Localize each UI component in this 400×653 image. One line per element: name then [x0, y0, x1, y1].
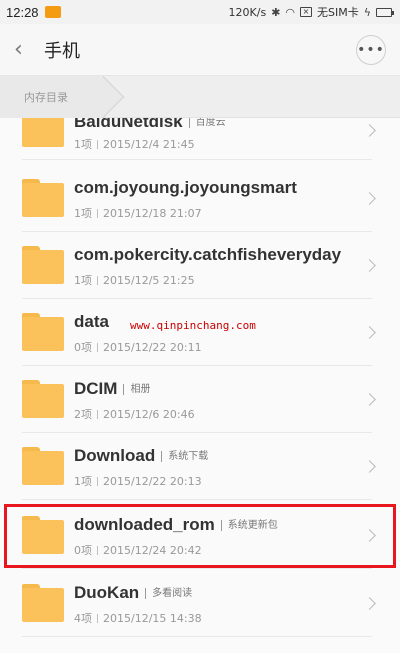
- folder-icon: [22, 246, 64, 284]
- file-date: 2015/12/22 20:11: [103, 340, 202, 354]
- list-item[interactable]: data 0项 2015/12/22 20:11: [0, 299, 400, 366]
- file-count: 0项: [74, 341, 92, 354]
- folder-icon: [22, 313, 64, 351]
- app-header: ‹ 手机 •••: [0, 24, 400, 76]
- file-name: DCIM: [74, 379, 118, 398]
- breadcrumb-label: 内存目录: [24, 91, 68, 104]
- charging-icon: ϟ: [363, 5, 371, 19]
- file-date: 2015/12/4 21:45: [103, 137, 195, 151]
- no-sim-icon: ×: [300, 7, 313, 17]
- chevron-right-icon: [363, 259, 376, 272]
- file-alias: 相册: [123, 383, 150, 395]
- wifi-icon: ◠: [285, 5, 296, 19]
- back-arrow-icon[interactable]: ‹: [14, 38, 42, 61]
- file-name: com.pokercity.catchfisheveryday: [74, 245, 342, 264]
- list-item[interactable]: DuoKan 多看阅读 4项 2015/12/15 14:38: [0, 570, 400, 637]
- file-date: 2015/12/22 20:13: [103, 474, 202, 488]
- status-time: 12:28: [6, 4, 39, 20]
- folder-icon: [22, 179, 64, 217]
- watermark-text: www.qinpinchang.com: [130, 319, 256, 332]
- folder-icon: [22, 584, 64, 622]
- chevron-right-icon: [363, 393, 376, 406]
- file-list: BaiduNetdisk 百度云 1项 2015/12/4 21:45 com.…: [0, 118, 400, 653]
- file-date: 2015/12/18 21:07: [103, 206, 202, 220]
- file-name: Download: [74, 446, 156, 465]
- folder-icon: [22, 380, 64, 418]
- file-date: 2015/12/6 20:46: [103, 407, 195, 421]
- file-count: 2项: [74, 408, 92, 421]
- network-speed: 120K/s: [228, 5, 267, 19]
- file-alias: 系统下载: [161, 450, 208, 462]
- list-item[interactable]: BaiduNetdisk 百度云 1项 2015/12/4 21:45: [0, 118, 400, 160]
- folder-icon: [22, 447, 64, 485]
- file-alias: 多看阅读: [145, 587, 192, 599]
- file-count: 4项: [74, 612, 92, 625]
- file-name: com.joyoung.joyoungsmart: [74, 178, 297, 197]
- folder-icon: [22, 118, 64, 147]
- file-name: DuoKan: [74, 583, 140, 602]
- list-item[interactable]: com.pokercity.catchfisheveryday 1项 2015/…: [0, 232, 400, 299]
- list-item[interactable]: com.joyoung.joyoungsmart 1项 2015/12/18 2…: [0, 165, 400, 232]
- more-options-button[interactable]: •••: [356, 34, 386, 65]
- chevron-right-icon: [363, 597, 376, 610]
- breadcrumb-item-root[interactable]: 内存目录: [0, 76, 100, 118]
- chevron-right-icon: [363, 124, 376, 137]
- file-date: 2015/12/15 14:38: [103, 611, 202, 625]
- file-alias: 百度云: [188, 118, 226, 128]
- file-date: 2015/12/5 21:25: [103, 273, 195, 287]
- chevron-right-icon: [363, 460, 376, 473]
- status-bar: 12:28 120K/s ✱ ◠ × 无SIM卡 ϟ: [0, 0, 400, 24]
- file-name: data: [74, 312, 109, 331]
- bluetooth-icon: ✱: [271, 5, 281, 19]
- status-right: 120K/s ✱ ◠ × 无SIM卡 ϟ: [228, 4, 394, 20]
- list-item[interactable]: Download 系统下载 1项 2015/12/22 20:13: [0, 433, 400, 500]
- highlight-box: [4, 504, 396, 568]
- file-count: 1项: [74, 207, 92, 220]
- sim-status: 无SIM卡: [317, 6, 359, 19]
- file-count: 1项: [74, 138, 92, 151]
- file-name: BaiduNetdisk: [74, 118, 183, 131]
- list-item[interactable]: DCIM 相册 2项 2015/12/6 20:46: [0, 366, 400, 433]
- battery-icon: [376, 7, 394, 17]
- breadcrumb: 内存目录: [0, 75, 400, 119]
- file-count: 1项: [74, 274, 92, 287]
- chevron-right-icon: [363, 192, 376, 205]
- chevron-right-icon: [363, 326, 376, 339]
- page-title: 手机: [44, 40, 80, 62]
- file-count: 1项: [74, 475, 92, 488]
- mi-notification-icon: [44, 6, 61, 18]
